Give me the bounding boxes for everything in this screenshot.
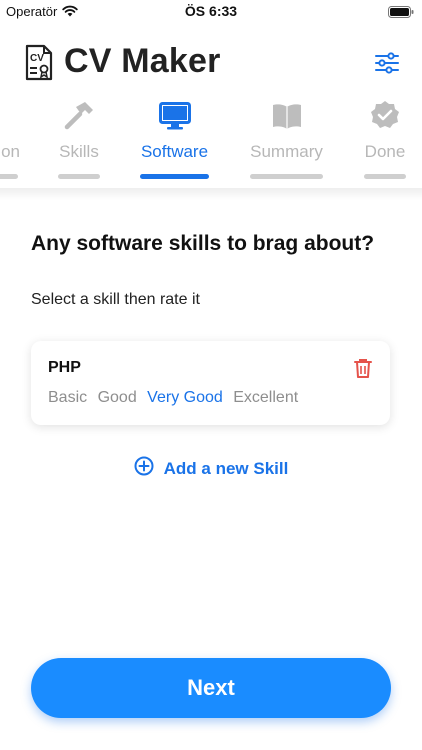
- tab-skills[interactable]: Skills: [58, 100, 100, 179]
- tab-label: on: [1, 142, 20, 161]
- tab-indicator: [58, 174, 100, 179]
- tab-step-1[interactable]: on: [0, 100, 20, 179]
- rating-options: Basic Good Very Good Excellent: [48, 389, 304, 407]
- settings-sliders-button[interactable]: [372, 48, 402, 78]
- tab-indicator: [0, 174, 18, 179]
- status-bar: Operatör ÖS 6:33: [0, 0, 422, 22]
- battery-icon: [388, 5, 414, 23]
- sliders-icon: [375, 52, 399, 74]
- svg-text:CV: CV: [30, 53, 44, 64]
- check-badge-icon: [364, 100, 406, 130]
- tab-label: Summary: [250, 142, 323, 161]
- tab-indicator: [140, 174, 209, 179]
- rating-very-good[interactable]: Very Good: [147, 389, 223, 406]
- tab-summary[interactable]: Summary: [250, 100, 323, 179]
- skill-name: PHP: [48, 359, 81, 376]
- app-header: CV CV Maker: [0, 40, 422, 90]
- tab-label: Done: [364, 142, 406, 161]
- app-title: CV Maker: [64, 42, 221, 80]
- step-tabs: on Skills Software Summary Done: [0, 100, 422, 186]
- person-icon: [0, 100, 20, 130]
- tabs-divider-shadow: [0, 188, 422, 200]
- add-skill-label: Add a new Skill: [163, 458, 289, 478]
- tab-indicator: [250, 174, 323, 179]
- book-icon: [250, 100, 323, 130]
- add-skill-button[interactable]: Add a new Skill: [0, 456, 422, 481]
- hammer-icon: [58, 100, 100, 130]
- delete-skill-button[interactable]: [352, 357, 374, 379]
- rating-good[interactable]: Good: [98, 389, 137, 406]
- skill-card: PHP Basic Good Very Good Excellent: [31, 341, 390, 425]
- tab-software[interactable]: Software: [140, 100, 209, 179]
- tab-indicator: [364, 174, 406, 179]
- trash-icon: [354, 359, 372, 378]
- page-question: Any software skills to brag about?: [31, 232, 375, 255]
- cv-document-icon: CV: [24, 44, 54, 87]
- monitor-icon: [140, 100, 209, 130]
- tab-label: Software: [140, 142, 209, 161]
- clock: ÖS 6:33: [184, 3, 238, 19]
- next-button[interactable]: Next: [31, 658, 391, 718]
- rating-excellent[interactable]: Excellent: [233, 389, 298, 406]
- tab-done[interactable]: Done: [364, 100, 406, 179]
- instruction-text: Select a skill then rate it: [31, 291, 200, 308]
- rating-basic[interactable]: Basic: [48, 389, 87, 406]
- plus-circle-icon: [134, 456, 154, 481]
- tab-label: Skills: [59, 142, 99, 161]
